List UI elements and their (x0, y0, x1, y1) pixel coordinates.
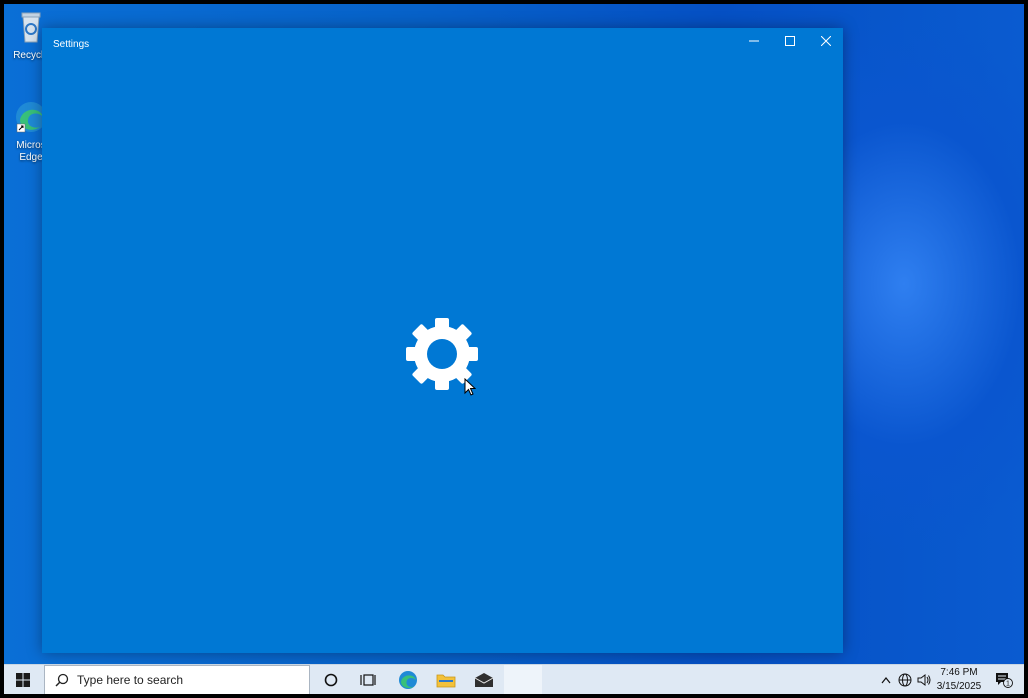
taskbar-mail-button[interactable] (465, 665, 503, 694)
taskbar-file-explorer-button[interactable] (427, 665, 465, 694)
start-button[interactable] (4, 665, 42, 694)
taskbar: Type here to search 7:46 PM 3/15/2025 1 (4, 664, 1024, 694)
search-placeholder: Type here to search (77, 673, 184, 687)
search-icon (55, 673, 69, 687)
close-button[interactable] (808, 28, 844, 54)
mail-icon (474, 673, 494, 687)
desktop: Recycle Micros Edge Settings Type here t… (4, 4, 1024, 694)
volume-button[interactable] (915, 665, 933, 694)
cortana-button[interactable] (312, 665, 350, 694)
action-center-button[interactable]: 1 (989, 665, 1019, 694)
taskbar-clock[interactable]: 7:46 PM 3/15/2025 (934, 666, 984, 694)
cortana-circle-icon (324, 673, 338, 687)
folder-icon (436, 674, 456, 688)
windows-logo-icon (16, 673, 30, 687)
settings-window: Settings (42, 28, 843, 653)
show-hidden-icons-button[interactable] (878, 665, 894, 694)
task-view-button[interactable] (349, 665, 387, 694)
network-button[interactable] (896, 665, 914, 694)
taskbar-search-box[interactable]: Type here to search (44, 665, 310, 694)
minimize-icon (749, 40, 759, 42)
minimize-button[interactable] (736, 28, 772, 54)
mouse-cursor-icon (464, 378, 476, 396)
globe-icon (898, 673, 912, 687)
maximize-icon (785, 36, 795, 46)
close-icon (821, 36, 831, 46)
notification-count: 1 (1006, 681, 1010, 688)
window-title: Settings (53, 39, 90, 50)
speaker-icon (917, 674, 931, 686)
maximize-button[interactable] (772, 28, 808, 54)
clock-time: 7:46 PM (940, 667, 978, 678)
taskbar-settings-button[interactable] (504, 665, 542, 694)
taskbar-edge-button[interactable] (389, 665, 427, 694)
notification-icon: 1 (996, 673, 1013, 688)
task-view-icon (360, 674, 376, 686)
chevron-up-icon (881, 677, 891, 684)
clock-date: 3/15/2025 (936, 681, 982, 692)
edge-icon (399, 671, 417, 689)
